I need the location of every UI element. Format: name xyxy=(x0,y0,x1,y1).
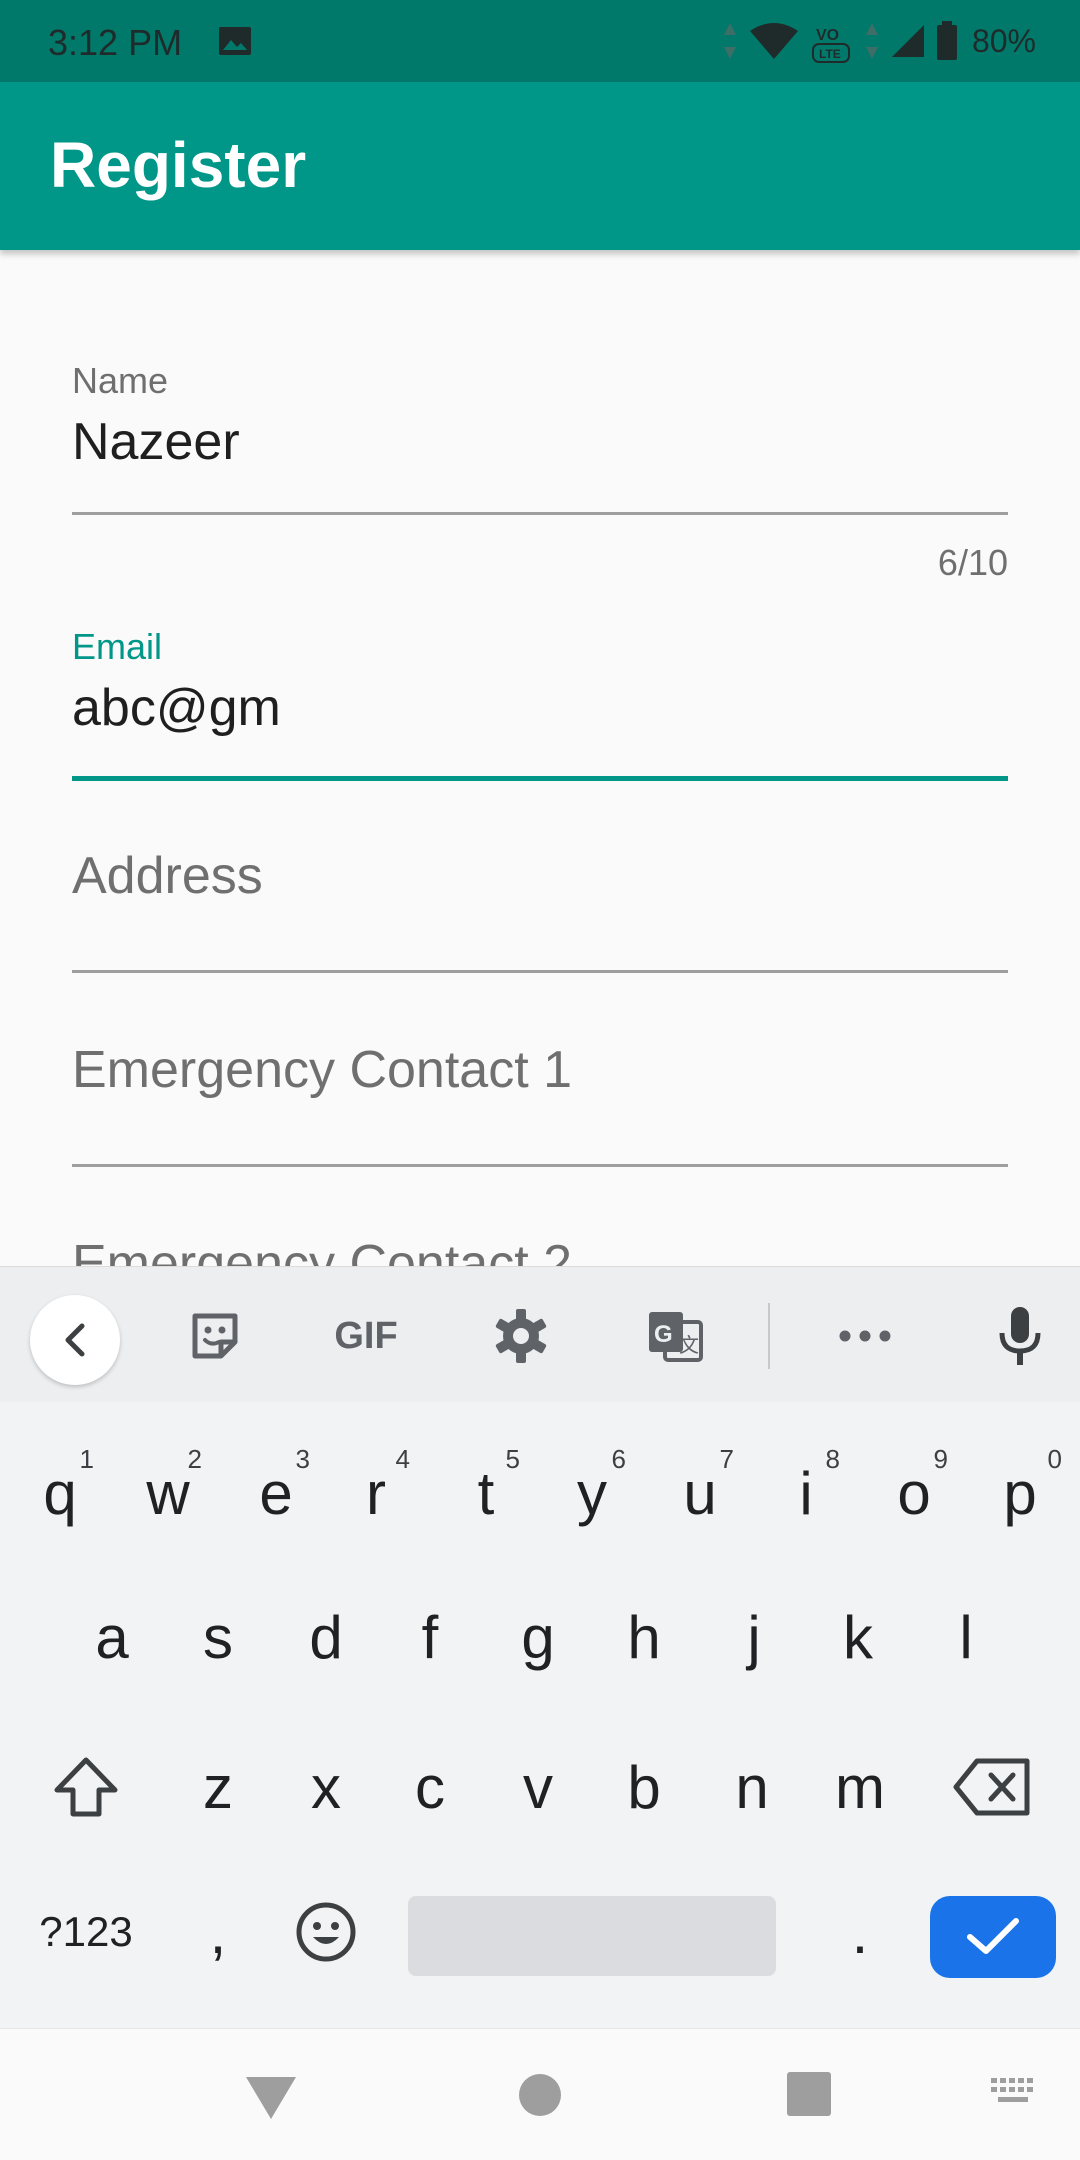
key-i[interactable]: i8 xyxy=(752,1428,860,1558)
key-hint: 1 xyxy=(79,1444,94,1474)
keyboard-switch-icon[interactable] xyxy=(990,2077,1036,2107)
page-title: Register xyxy=(50,129,307,201)
svg-text:LTE: LTE xyxy=(819,47,841,61)
translate-icon[interactable]: G 文 xyxy=(640,1301,710,1371)
key-r[interactable]: r4 xyxy=(322,1428,430,1558)
key-hint: 6 xyxy=(611,1444,626,1474)
back-triangle-icon[interactable] xyxy=(244,2073,298,2121)
emoji-icon xyxy=(296,1902,356,1962)
key-m[interactable]: m xyxy=(806,1722,914,1852)
enter-key[interactable] xyxy=(930,1896,1056,1978)
emergency-contact-2-field[interactable]: Emergency Contact 2 xyxy=(72,1226,1008,1266)
key-c[interactable]: c xyxy=(376,1722,484,1852)
key-hint: 3 xyxy=(295,1444,310,1474)
address-field[interactable]: Address xyxy=(72,838,1008,976)
gallery-icon xyxy=(219,27,251,55)
key-k[interactable]: k xyxy=(804,1572,912,1702)
email-field[interactable]: Email abc@gm xyxy=(72,618,1008,784)
period-key[interactable]: . xyxy=(810,1870,910,1994)
name-underline xyxy=(72,512,1008,515)
email-underline-focused xyxy=(72,776,1008,781)
key-e[interactable]: e3 xyxy=(222,1428,330,1558)
back-icon[interactable] xyxy=(30,1295,120,1385)
sticker-icon[interactable] xyxy=(178,1301,252,1371)
gif-label: GIF xyxy=(334,1314,398,1357)
key-v[interactable]: v xyxy=(484,1722,592,1852)
key-hint: 8 xyxy=(825,1444,840,1474)
emergency-contact-1-hint: Emergency Contact 1 xyxy=(72,1041,573,1099)
name-input-value[interactable]: Nazeer xyxy=(72,412,240,472)
key-hint: 7 xyxy=(719,1444,734,1474)
soft-keyboard: GIF G 文 q 1 w 2 e 3 r 4 t 5 y 6 u 7 i 8 … xyxy=(0,1266,1080,2028)
key-hint: 2 xyxy=(187,1444,202,1474)
emergency-contact-1-field[interactable]: Emergency Contact 1 xyxy=(72,1032,1008,1170)
key-hint: 0 xyxy=(1047,1444,1062,1474)
key-a[interactable]: a xyxy=(58,1572,166,1702)
svg-text:VO: VO xyxy=(816,27,839,44)
name-field[interactable]: Name Nazeer 6/10 xyxy=(72,350,1008,590)
key-y[interactable]: y6 xyxy=(538,1428,646,1558)
name-label: Name xyxy=(72,360,169,401)
comma-key[interactable]: , xyxy=(168,1870,268,1994)
key-z[interactable]: z xyxy=(164,1722,272,1852)
symbols-key[interactable]: ?123 xyxy=(18,1870,154,1994)
battery-icon xyxy=(936,21,957,60)
space-bar[interactable] xyxy=(408,1896,776,1976)
name-char-counter: 6/10 xyxy=(937,542,1008,583)
toolbar-divider xyxy=(768,1303,770,1369)
more-icon[interactable] xyxy=(830,1301,900,1371)
svg-text:G: G xyxy=(654,1321,673,1348)
key-q[interactable]: q1 xyxy=(6,1428,114,1558)
shift-icon xyxy=(54,1757,118,1817)
home-circle-icon[interactable] xyxy=(518,2073,562,2117)
address-hint: Address xyxy=(72,847,263,905)
app-bar: Register xyxy=(0,82,1080,250)
gif-button[interactable]: GIF xyxy=(316,1301,416,1371)
key-hint: 5 xyxy=(505,1444,520,1474)
status-icons: VO LTE 80% xyxy=(722,18,1036,64)
keyboard-toolbar: GIF G 文 xyxy=(0,1266,1080,1402)
data-arrows-icon xyxy=(723,23,736,59)
navigation-bar xyxy=(0,2028,1080,2160)
status-time: 3:12 PM xyxy=(48,22,183,63)
emergency-contact-2-hint: Emergency Contact 2 xyxy=(72,1235,573,1266)
backspace-key[interactable] xyxy=(930,1722,1054,1852)
email-input-value[interactable]: abc@gm xyxy=(72,678,281,738)
shift-key[interactable] xyxy=(26,1722,146,1852)
key-p[interactable]: p0 xyxy=(966,1428,1074,1558)
signal-icon xyxy=(891,25,924,57)
status-bar: 3:12 PM VO LTE 80% xyxy=(0,0,1080,82)
emoji-key[interactable] xyxy=(278,1870,374,1994)
mic-icon[interactable] xyxy=(988,1301,1052,1371)
key-o[interactable]: o9 xyxy=(860,1428,968,1558)
key-j[interactable]: j xyxy=(700,1572,808,1702)
check-icon xyxy=(967,1918,1019,1954)
key-g[interactable]: g xyxy=(484,1572,592,1702)
recents-square-icon[interactable] xyxy=(786,2071,832,2117)
key-hint: 9 xyxy=(933,1444,948,1474)
key-x[interactable]: x xyxy=(272,1722,380,1852)
key-s[interactable]: s xyxy=(164,1572,272,1702)
key-t[interactable]: t5 xyxy=(432,1428,540,1558)
key-l[interactable]: l xyxy=(912,1572,1020,1702)
data-arrows-icon xyxy=(865,23,878,59)
wifi-icon xyxy=(749,23,798,59)
key-h[interactable]: h xyxy=(590,1572,698,1702)
gear-icon[interactable] xyxy=(486,1301,556,1371)
key-hint: 4 xyxy=(395,1444,410,1474)
key-n[interactable]: n xyxy=(698,1722,806,1852)
volte-icon: VO LTE xyxy=(811,27,850,63)
email-label: Email xyxy=(72,626,163,667)
key-f[interactable]: f xyxy=(376,1572,484,1702)
key-u[interactable]: u7 xyxy=(646,1428,754,1558)
key-b[interactable]: b xyxy=(590,1722,698,1852)
key-w[interactable]: w2 xyxy=(114,1428,222,1558)
screen: 3:12 PM VO LTE 80% Register Name Nazeer … xyxy=(0,0,1080,2160)
address-underline xyxy=(72,970,1008,973)
svg-text:文: 文 xyxy=(679,1334,699,1357)
backspace-icon xyxy=(953,1758,1030,1816)
battery-percent: 80% xyxy=(971,22,1036,59)
key-d[interactable]: d xyxy=(272,1572,380,1702)
emergency-contact-1-underline xyxy=(72,1164,1008,1167)
